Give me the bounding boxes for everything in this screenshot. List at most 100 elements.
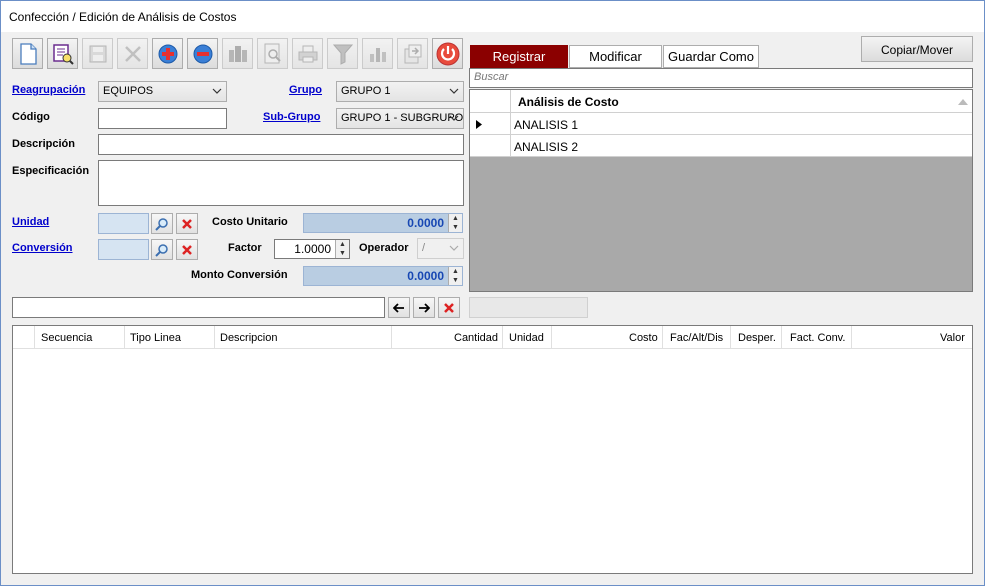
column-header-costo[interactable]: Costo bbox=[629, 332, 658, 344]
search-input[interactable]: Buscar bbox=[469, 68, 973, 88]
column-divider bbox=[851, 326, 852, 348]
column-header-fact-conv[interactable]: Fact. Conv. bbox=[790, 332, 845, 344]
column-header-cantidad[interactable]: Cantidad bbox=[454, 332, 498, 344]
window-title: Confección / Edición de Análisis de Cost… bbox=[9, 10, 237, 24]
chart-button[interactable] bbox=[362, 38, 393, 69]
title-bar: Confección / Edición de Análisis de Cost… bbox=[1, 1, 984, 32]
filter-icon bbox=[332, 43, 353, 65]
line-action-button[interactable] bbox=[469, 297, 588, 318]
codigo-input[interactable] bbox=[98, 108, 227, 129]
spinner-icon[interactable]: ▲ ▼ bbox=[448, 214, 462, 232]
arrow-left-button[interactable] bbox=[388, 297, 410, 318]
add-button[interactable] bbox=[152, 38, 183, 69]
spinner-icon[interactable]: ▲ ▼ bbox=[448, 267, 462, 285]
filter-button[interactable] bbox=[327, 38, 358, 69]
descripcion-input[interactable] bbox=[98, 134, 464, 155]
remove-button[interactable] bbox=[187, 38, 218, 69]
table-row[interactable]: ANALISIS 2 bbox=[470, 135, 972, 157]
column-header-descripcion[interactable]: Descripcion bbox=[220, 332, 277, 344]
factor-field[interactable]: 1.0000 ▲ ▼ bbox=[274, 239, 350, 259]
arrow-left-icon bbox=[393, 302, 404, 313]
edit-search-button[interactable] bbox=[47, 38, 78, 69]
analysis-grid: Análisis de Costo ANALISIS 1 ANALISIS 2 bbox=[469, 89, 973, 292]
chevron-down-icon bbox=[212, 88, 222, 94]
delete-button[interactable] bbox=[117, 38, 148, 69]
column-header-tipo-linea[interactable]: Tipo Linea bbox=[130, 332, 181, 344]
search-placeholder: Buscar bbox=[474, 71, 509, 83]
main-window: Confección / Edición de Análisis de Cost… bbox=[0, 0, 985, 586]
codigo-label: Código bbox=[12, 111, 50, 123]
reagrupacion-label[interactable]: Reagrupación bbox=[12, 84, 85, 96]
close-icon bbox=[182, 218, 192, 229]
operador-combo[interactable]: / bbox=[417, 238, 464, 259]
tab-label: Guardar Como bbox=[668, 49, 754, 64]
tab-registrar[interactable]: Registrar bbox=[470, 45, 568, 68]
column-header-unidad[interactable]: Unidad bbox=[509, 332, 544, 344]
tab-guardar-como[interactable]: Guardar Como bbox=[663, 45, 759, 68]
grid-header-label[interactable]: Análisis de Costo bbox=[518, 95, 619, 109]
copiar-mover-button[interactable]: Copiar/Mover bbox=[861, 36, 973, 62]
conversion-search-button[interactable] bbox=[151, 239, 173, 260]
conversion-clear-button[interactable] bbox=[176, 239, 198, 260]
row-header[interactable] bbox=[470, 135, 511, 157]
print-button[interactable] bbox=[292, 38, 323, 69]
column-divider bbox=[502, 326, 503, 348]
power-button[interactable] bbox=[432, 38, 463, 69]
delete-icon bbox=[123, 44, 143, 64]
tab-label: Registrar bbox=[492, 49, 546, 64]
grid-header: Análisis de Costo bbox=[470, 90, 972, 113]
unidad-label[interactable]: Unidad bbox=[12, 216, 49, 228]
row-label: ANALISIS 1 bbox=[514, 118, 579, 132]
edit-search-icon bbox=[52, 43, 74, 65]
current-row-icon bbox=[476, 120, 482, 129]
reagrupacion-value: EQUIPOS bbox=[103, 85, 154, 97]
column-header-desper[interactable]: Desper. bbox=[738, 332, 776, 344]
column-divider bbox=[781, 326, 782, 348]
tab-label: Modificar bbox=[589, 49, 642, 64]
subgrupo-combo[interactable]: GRUPO 1 - SUBGRUPO bbox=[336, 108, 464, 129]
sort-ascending-icon bbox=[958, 99, 968, 105]
print-icon bbox=[297, 44, 319, 64]
column-header-fac-alt-dis[interactable]: Fac/Alt/Dis bbox=[670, 332, 723, 344]
operador-value: / bbox=[422, 242, 426, 254]
structure-button[interactable] bbox=[222, 38, 253, 69]
especificacion-textarea[interactable] bbox=[98, 160, 464, 206]
row-header-corner bbox=[470, 90, 511, 113]
grupo-label[interactable]: Grupo bbox=[289, 84, 322, 96]
column-divider bbox=[214, 326, 215, 348]
save-button[interactable] bbox=[82, 38, 113, 69]
unidad-search-button[interactable] bbox=[151, 213, 173, 234]
preview-button[interactable] bbox=[257, 38, 288, 69]
line-input[interactable] bbox=[12, 297, 385, 318]
spinner-icon[interactable]: ▲ ▼ bbox=[335, 240, 349, 258]
monto-conversion-value: 0.0000 bbox=[407, 269, 444, 283]
column-header-secuencia[interactable]: Secuencia bbox=[41, 332, 92, 344]
column-divider bbox=[391, 326, 392, 348]
unidad-input[interactable] bbox=[98, 213, 149, 234]
conversion-label[interactable]: Conversión bbox=[12, 242, 73, 254]
row-header[interactable] bbox=[470, 113, 511, 135]
structure-icon bbox=[227, 44, 249, 64]
close-icon bbox=[182, 244, 192, 255]
column-header-valor[interactable]: Valor bbox=[940, 332, 965, 344]
search-icon bbox=[155, 243, 168, 257]
tab-modificar[interactable]: Modificar bbox=[569, 45, 662, 68]
line-clear-button[interactable] bbox=[438, 297, 460, 318]
copiar-mover-label: Copiar/Mover bbox=[880, 43, 954, 57]
subgrupo-label[interactable]: Sub-Grupo bbox=[263, 111, 320, 123]
conversion-input[interactable] bbox=[98, 239, 149, 260]
export-button[interactable] bbox=[397, 38, 428, 69]
preview-icon bbox=[263, 43, 283, 65]
arrow-right-button[interactable] bbox=[413, 297, 435, 318]
chevron-down-icon bbox=[449, 245, 459, 251]
unidad-clear-button[interactable] bbox=[176, 213, 198, 234]
monto-conversion-field[interactable]: 0.0000 ▲ ▼ bbox=[303, 266, 463, 286]
new-button[interactable] bbox=[12, 38, 43, 69]
grupo-combo[interactable]: GRUPO 1 bbox=[336, 81, 464, 102]
reagrupacion-combo[interactable]: EQUIPOS bbox=[98, 81, 227, 102]
chart-icon bbox=[367, 44, 389, 64]
table-row[interactable]: ANALISIS 1 bbox=[470, 113, 972, 135]
close-icon bbox=[444, 302, 454, 313]
operador-label: Operador bbox=[359, 242, 409, 254]
costo-unitario-field[interactable]: 0.0000 ▲ ▼ bbox=[303, 213, 463, 233]
